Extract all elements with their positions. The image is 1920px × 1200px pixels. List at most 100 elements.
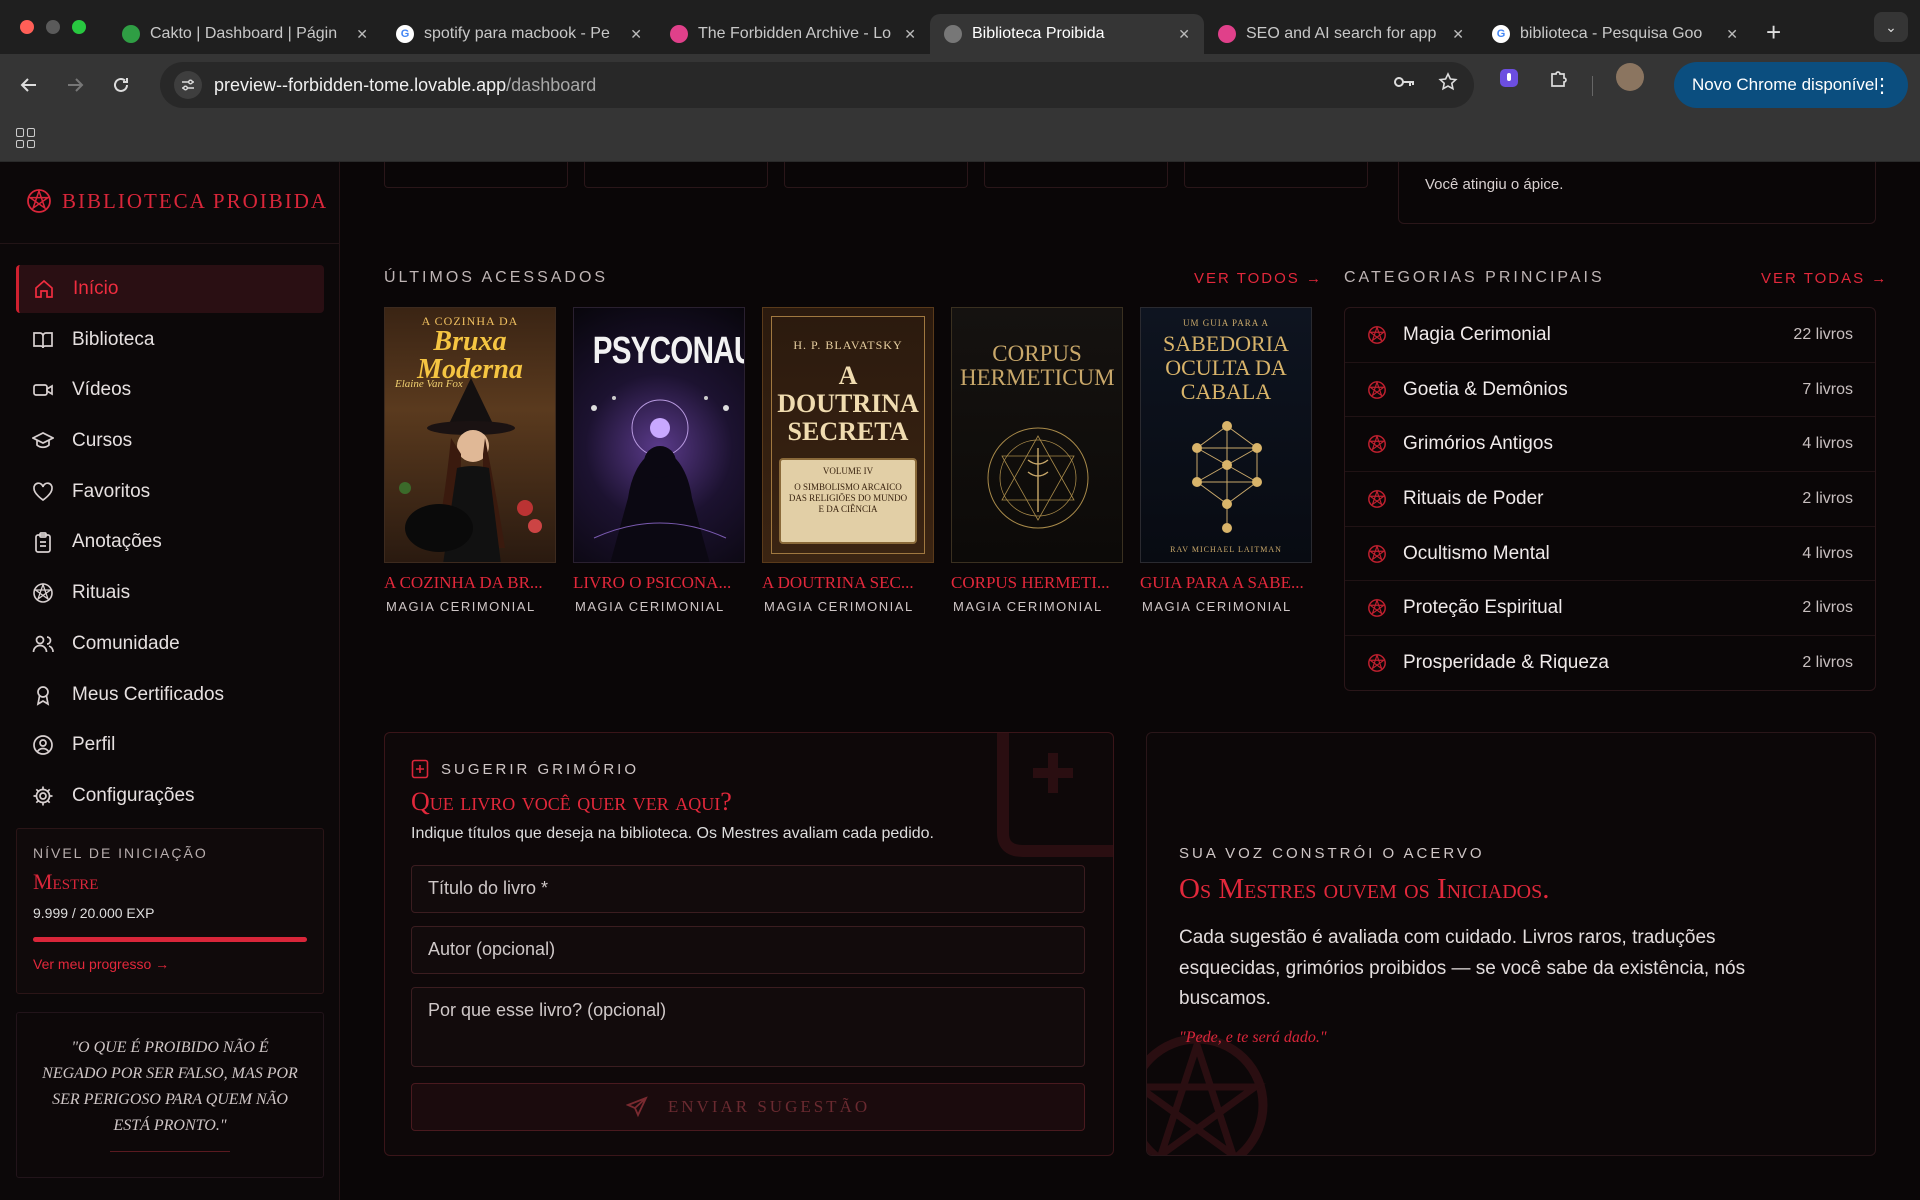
- password-key-icon[interactable]: [1392, 72, 1416, 98]
- reason-textarea[interactable]: Por que esse livro? (opcional): [411, 987, 1085, 1067]
- book-title[interactable]: GUIA PARA A SABE...: [1140, 573, 1312, 593]
- book-title-input[interactable]: Título do livro *: [411, 865, 1085, 913]
- brand-logo[interactable]: BIBLIOTECA PROIBIDA: [26, 188, 328, 214]
- address-bar[interactable]: preview--forbidden-tome.lovable.app/dash…: [160, 62, 1474, 108]
- category-item[interactable]: Prosperidade & Riqueza 2 livros: [1345, 636, 1875, 691]
- tab-close-icon[interactable]: ✕: [904, 26, 916, 43]
- tab-close-icon[interactable]: ✕: [1452, 26, 1464, 43]
- forward-arrow-icon[interactable]: [52, 62, 98, 108]
- maximize-window-button[interactable]: [72, 20, 86, 34]
- chrome-update-button[interactable]: Novo Chrome disponível ⋮: [1674, 62, 1908, 108]
- back-arrow-icon[interactable]: [6, 62, 52, 108]
- sidebar: BIBLIOTECA PROIBIDA Início Biblioteca Víde…: [0, 162, 340, 1200]
- book-card[interactable]: H. P. BLAVATSKY A DOUTRINA SECRETA VOLUM…: [762, 307, 934, 614]
- profile-avatar[interactable]: [1616, 63, 1644, 91]
- achievement-text: Você atingiu o ápice.: [1425, 176, 1564, 193]
- sidebar-item-comunidade[interactable]: Comunidade: [16, 620, 324, 668]
- book-cover[interactable]: PSYCONAUTA: [573, 307, 745, 563]
- sidebar-item-biblioteca[interactable]: Biblioteca: [16, 316, 324, 364]
- author-input[interactable]: Autor (opcional): [411, 926, 1085, 974]
- browser-tab[interactable]: The Forbidden Archive - Lo ✕: [656, 14, 930, 54]
- tab-search-chevron-icon[interactable]: ⌄: [1874, 12, 1908, 42]
- graduation-cap-icon: [32, 432, 54, 449]
- browser-tab[interactable]: Cakto | Dashboard | Págin ✕: [108, 14, 382, 54]
- tab-close-icon[interactable]: ✕: [1178, 26, 1190, 43]
- menu-dots-icon[interactable]: ⋮: [1872, 73, 1892, 98]
- level-name: Mestre: [33, 869, 99, 894]
- sidebar-item-meus-certificados[interactable]: Meus Certificados: [16, 671, 324, 719]
- book-card[interactable]: A COZINHA DA Bruxa Moderna Elaine Van Fo…: [384, 307, 556, 614]
- cover-title-text: A DOUTRINA SECRETA: [777, 361, 919, 446]
- new-tab-button[interactable]: +: [1766, 17, 1781, 48]
- book-title[interactable]: A COZINHA DA BR...: [384, 573, 556, 593]
- browser-tab[interactable]: SEO and AI search for app ✕: [1204, 14, 1478, 54]
- book-card[interactable]: PSYCONAUTA LIVRO O PSICONA... MAGIA CERI…: [573, 307, 745, 614]
- tab-title: SEO and AI search for app: [1246, 25, 1437, 42]
- browser-tab[interactable]: Gspotify para macbook - Pe ✕: [382, 14, 656, 54]
- browser-tab[interactable]: Gbiblioteca - Pesquisa Goo ✕: [1478, 14, 1752, 54]
- suggest-description: Indique títulos que deseja na biblioteca…: [411, 825, 934, 842]
- category-count: 7 livros: [1802, 380, 1853, 398]
- globe-icon: [944, 25, 962, 43]
- suggest-header: SUGERIR GRIMÓRIO: [411, 759, 639, 779]
- sidebar-item-videos[interactable]: Vídeos: [16, 366, 324, 414]
- book-cover[interactable]: CORPUS HERMETICUM: [951, 307, 1123, 563]
- quote-text: "O que é proibido não é negado por ser f…: [42, 1039, 298, 1134]
- recent-section-title: ÚLTIMOS ACESSADOS: [384, 269, 609, 286]
- browser-tab[interactable]: Biblioteca Proibida ✕: [930, 14, 1204, 54]
- pentagram-icon: [33, 582, 53, 603]
- sidebar-item-favoritos[interactable]: Favoritos: [16, 468, 324, 516]
- apps-grid-icon[interactable]: [16, 128, 36, 148]
- book-category: MAGIA CERIMONIAL: [953, 599, 1103, 614]
- extension-mic-icon[interactable]: [1496, 65, 1522, 91]
- sidebar-item-anotacoes[interactable]: Anotações: [16, 518, 324, 566]
- heart-icon: [33, 482, 53, 501]
- sidebar-item-label: Configurações: [72, 784, 195, 806]
- level-exp: 9.999 / 20.000 EXP: [33, 905, 155, 921]
- pentagram-icon: [1368, 489, 1386, 508]
- tab-title: Cakto | Dashboard | Págin: [150, 25, 338, 42]
- reload-icon[interactable]: [98, 62, 144, 108]
- initiation-level-card: NÍVEL DE INICIAÇÃO Mestre 9.999 / 20.000…: [16, 828, 324, 994]
- site-settings-icon[interactable]: [174, 71, 202, 99]
- category-count: 2 livros: [1802, 654, 1853, 672]
- minimize-window-button[interactable]: [46, 20, 60, 34]
- sidebar-item-configuracoes[interactable]: Configurações: [16, 772, 324, 820]
- book-cover[interactable]: A COZINHA DA Bruxa Moderna Elaine Van Fo…: [384, 307, 556, 563]
- see-all-categories-link[interactable]: VER TODAS →: [1761, 270, 1888, 287]
- book-title[interactable]: LIVRO O PSICONA...: [573, 573, 745, 593]
- book-cover[interactable]: H. P. BLAVATSKY A DOUTRINA SECRETA VOLUM…: [762, 307, 934, 563]
- category-item[interactable]: Proteção Espiritual 2 livros: [1345, 581, 1875, 637]
- category-item[interactable]: Ocultismo Mental 4 livros: [1345, 527, 1875, 582]
- book-card[interactable]: CORPUS HERMETICUM CORPUS HERMETI... MAGI…: [951, 307, 1123, 614]
- book-title[interactable]: CORPUS HERMETI...: [951, 573, 1123, 593]
- tab-close-icon[interactable]: ✕: [356, 26, 368, 43]
- sidebar-item-rituais[interactable]: Rituais: [16, 569, 324, 617]
- category-count: 2 livros: [1802, 599, 1853, 617]
- book-cover[interactable]: UM GUIA PARA A SABEDORIA OCULTA DA CABAL…: [1140, 307, 1312, 563]
- category-item[interactable]: Magia Cerimonial 22 livros: [1345, 308, 1875, 363]
- pentagram-icon: [1368, 379, 1386, 399]
- sidebar-item-cursos[interactable]: Cursos: [16, 417, 324, 465]
- category-item[interactable]: Rituais de Poder 2 livros: [1345, 472, 1875, 527]
- book-title[interactable]: A DOUTRINA SEC...: [762, 573, 934, 593]
- tab-close-icon[interactable]: ✕: [1726, 26, 1738, 43]
- category-item[interactable]: Goetia & Demônios 7 livros: [1345, 363, 1875, 418]
- view-progress-link[interactable]: Ver meu progresso →: [33, 956, 307, 972]
- tab-close-icon[interactable]: ✕: [630, 26, 642, 43]
- see-all-recent-link[interactable]: VER TODOS →: [1194, 270, 1323, 287]
- close-window-button[interactable]: [20, 20, 34, 34]
- book-card[interactable]: UM GUIA PARA A SABEDORIA OCULTA DA CABAL…: [1140, 307, 1312, 614]
- pentagram-icon: [1368, 434, 1386, 454]
- app-root: BIBLIOTECA PROIBIDA Início Biblioteca Víde…: [0, 162, 1920, 1200]
- sidebar-item-label: Favoritos: [72, 480, 151, 502]
- home-icon: [35, 279, 53, 298]
- sidebar-item-inicio[interactable]: Início: [16, 265, 324, 313]
- categories-section-title: CATEGORIAS PRINCIPAIS: [1344, 269, 1605, 286]
- sidebar-item-perfil[interactable]: Perfil: [16, 721, 324, 769]
- submit-suggestion-button[interactable]: ENVIAR SUGESTÃO: [411, 1083, 1085, 1131]
- bookmark-star-icon[interactable]: [1438, 72, 1458, 98]
- category-item[interactable]: Grimórios Antigos 4 livros: [1345, 417, 1875, 473]
- pentagram-icon: [1368, 325, 1386, 344]
- extensions-puzzle-icon[interactable]: [1546, 65, 1572, 91]
